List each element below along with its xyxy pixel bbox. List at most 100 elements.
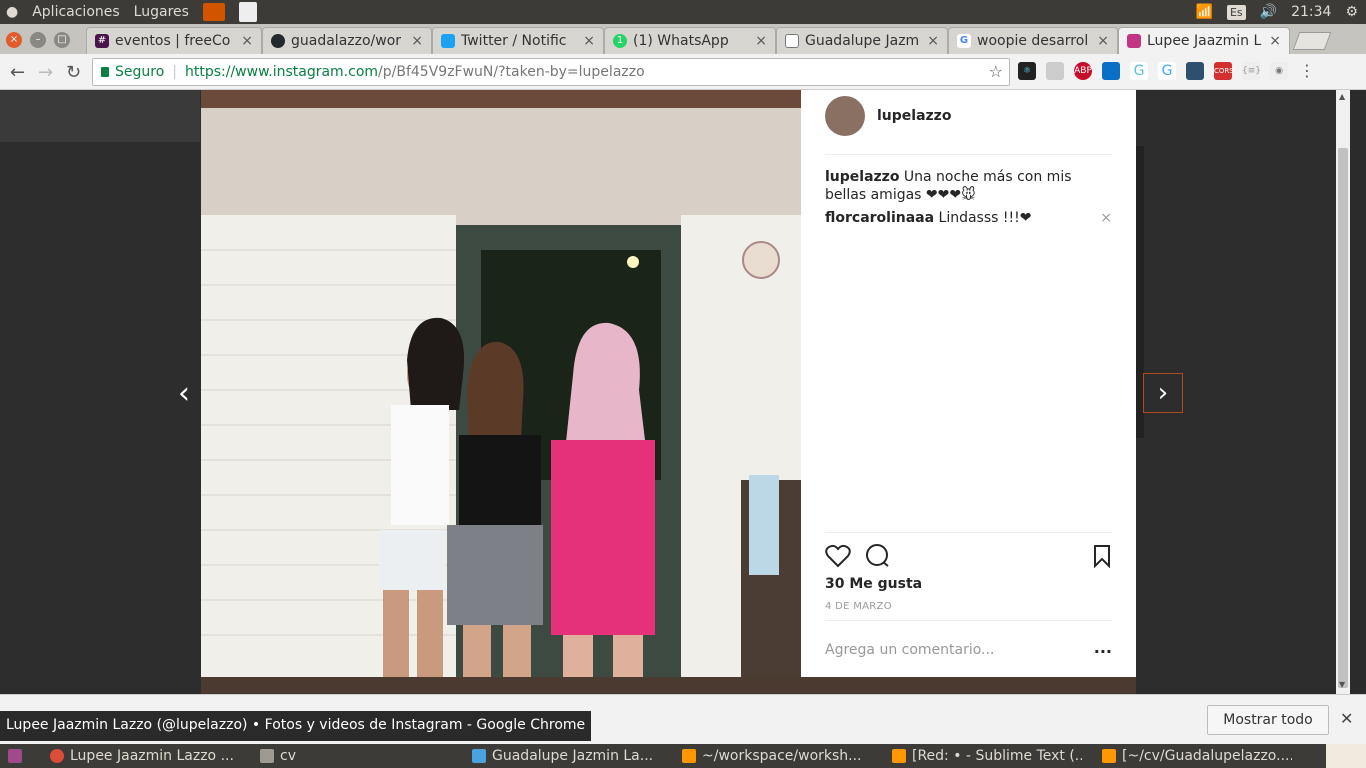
tab-twitter[interactable]: Twitter / Notific × xyxy=(432,27,604,54)
avatar[interactable] xyxy=(825,96,865,136)
react-devtools-icon[interactable]: ⚛ xyxy=(1018,62,1036,80)
grammarly-icon[interactable]: G xyxy=(1130,62,1148,80)
tab-title: Guadalupe Jazm xyxy=(805,33,920,49)
maximize-window-icon[interactable]: □ xyxy=(54,32,70,48)
scrollbar-thumb[interactable] xyxy=(1338,148,1348,688)
reload-icon[interactable]: ↻ xyxy=(66,62,81,83)
tab-whatsapp[interactable]: 1 (1) WhatsApp × xyxy=(604,27,776,54)
close-tab-icon[interactable]: × xyxy=(583,33,595,49)
google-icon: G xyxy=(957,34,971,48)
background-thumbnail xyxy=(201,677,1136,694)
taskbar-item-document[interactable]: Guadalupe Jazmin La... xyxy=(472,746,662,766)
tab-document[interactable]: Guadalupe Jazm × xyxy=(776,27,948,54)
cors-extension-icon[interactable]: CORS xyxy=(1214,62,1234,80)
taskbar-item-sublime[interactable]: [Red: • - Sublime Text (... xyxy=(892,746,1082,766)
ubuntu-logo-icon[interactable]: ● xyxy=(6,4,18,20)
url-origin: https://www.instagram.com xyxy=(185,64,379,80)
tab-title: woopie desarrol xyxy=(977,33,1089,49)
add-comment-input[interactable]: Agrega un comentario... xyxy=(825,642,994,658)
camera-extension-icon[interactable]: ◉ xyxy=(1270,62,1288,80)
close-tab-icon[interactable]: × xyxy=(411,33,423,49)
scroll-down-arrow-icon[interactable]: ▼ xyxy=(1339,680,1345,689)
window-title-tooltip: Lupee Jaazmin Lazzo (@lupelazzo) • Fotos… xyxy=(0,711,592,741)
bookmark-star-icon[interactable]: ☆ xyxy=(989,62,1003,81)
keyboard-layout-indicator[interactable]: Es xyxy=(1226,4,1246,20)
wifi-icon[interactable]: 📶 xyxy=(1196,4,1213,20)
post-actions xyxy=(825,544,1112,568)
next-post-arrow-icon[interactable]: › xyxy=(1143,373,1183,413)
url-path: /p/Bf45V9zFwuN/?taken-by=lupelazzo xyxy=(378,64,645,80)
close-tab-icon[interactable]: × xyxy=(1269,33,1281,49)
code-launcher-icon[interactable] xyxy=(238,2,257,22)
taskbar-item-folder[interactable]: cv xyxy=(260,746,450,766)
like-heart-icon[interactable] xyxy=(825,544,851,568)
close-tab-icon[interactable]: × xyxy=(241,33,253,49)
forward-arrow-icon[interactable]: → xyxy=(38,62,53,83)
tab-title: eventos | freeCo xyxy=(115,33,231,49)
previous-post-arrow-icon[interactable]: ‹ xyxy=(178,376,190,411)
menu-places[interactable]: Lugares xyxy=(134,4,189,20)
show-all-downloads-button[interactable]: Mostrar todo xyxy=(1207,705,1329,735)
address-bar[interactable]: Seguro | https://www.instagram.com /p/Bf… xyxy=(92,58,1010,86)
new-tab-button[interactable] xyxy=(1292,32,1332,50)
tab-google-search[interactable]: G woopie desarrol × xyxy=(948,27,1118,54)
tab-instagram[interactable]: Lupee Jaazmin L × xyxy=(1118,27,1290,54)
json-extension-icon[interactable]: {≡} xyxy=(1242,62,1261,80)
chain-extension-icon[interactable] xyxy=(1186,62,1204,80)
browser-tab-strip: × – □ # eventos | freeCo × guadalazzo/wo… xyxy=(0,24,1366,54)
page-scrollbar[interactable]: ▲ ▼ xyxy=(1336,90,1350,694)
taskbar-item-sublime-cv[interactable]: [~/cv/Guadalupelazzo.... xyxy=(1102,746,1292,766)
adblock-plus-icon[interactable]: ABP xyxy=(1074,62,1092,80)
caption-username[interactable]: lupelazzo xyxy=(825,169,899,185)
settings-gear-icon[interactable]: ⚙ xyxy=(1345,4,1358,20)
tab-github[interactable]: guadalazzo/wor × xyxy=(262,27,432,54)
tab-freecodecamp[interactable]: # eventos | freeCo × xyxy=(86,27,262,54)
taskbar-item-label: [Red: • - Sublime Text (... xyxy=(912,748,1082,764)
close-tab-icon[interactable]: × xyxy=(755,33,767,49)
menu-applications[interactable]: Aplicaciones xyxy=(32,4,119,20)
comment-item: florcarolinaaa Lindasss !!!❤ xyxy=(825,210,1105,226)
taskbar-item-label: [~/cv/Guadalupelazzo.... xyxy=(1122,748,1292,764)
taskbar-item-label: Lupee Jaazmin Lazzo ... xyxy=(70,748,234,764)
sync-extension-icon[interactable] xyxy=(1046,62,1064,80)
photo-illustration xyxy=(201,90,801,677)
extension-blue-icon[interactable] xyxy=(1102,62,1120,80)
lock-icon xyxy=(101,67,109,77)
save-bookmark-icon[interactable] xyxy=(1092,544,1112,568)
taskbar-item-terminal[interactable]: ~/workspace/worksh... xyxy=(682,746,872,766)
close-tab-icon[interactable]: × xyxy=(1097,33,1109,49)
taskbar-item-chrome[interactable]: Lupee Jaazmin Lazzo ... xyxy=(50,746,246,766)
browser-toolbar: ← → ↻ Seguro | https://www.instagram.com… xyxy=(0,54,1366,90)
sublime-icon xyxy=(892,749,906,763)
grammarly-alt-icon[interactable]: G xyxy=(1158,62,1176,80)
back-arrow-icon[interactable]: ← xyxy=(10,62,25,83)
volume-icon[interactable]: 🔊 xyxy=(1260,4,1277,20)
tab-title: Twitter / Notific xyxy=(461,33,567,49)
slack-icon: # xyxy=(95,34,109,48)
sublime-icon xyxy=(1102,749,1116,763)
likes-count[interactable]: 30 Me gusta xyxy=(825,576,922,592)
clock[interactable]: 21:34 xyxy=(1291,4,1331,20)
taskbar-item-label: Guadalupe Jazmin La... xyxy=(492,748,654,764)
post-details-panel: lupelazzo lupelazzo Una noche más con mi… xyxy=(801,90,1136,677)
tab-title: (1) WhatsApp xyxy=(633,33,729,49)
close-tab-icon[interactable]: × xyxy=(927,33,939,49)
system-top-panel: ● Aplicaciones Lugares 📶 Es 🔊 21:34 ⚙ xyxy=(0,0,1366,24)
folder-icon xyxy=(260,749,274,763)
chrome-menu-icon[interactable]: ⋮ xyxy=(1298,62,1316,80)
delete-comment-icon[interactable]: × xyxy=(1100,210,1112,226)
minimize-window-icon[interactable]: – xyxy=(30,32,46,48)
secure-label: Seguro xyxy=(115,64,165,80)
chrome-tray-icon[interactable] xyxy=(1326,744,1366,768)
post-author-username[interactable]: lupelazzo xyxy=(877,108,951,124)
github-icon xyxy=(271,34,285,48)
post-date[interactable]: 4 DE MARZO xyxy=(825,601,892,612)
scroll-up-arrow-icon[interactable]: ▲ xyxy=(1339,92,1345,101)
show-desktop-icon[interactable] xyxy=(8,749,22,763)
files-launcher-icon[interactable] xyxy=(202,3,225,21)
close-window-icon[interactable]: × xyxy=(6,32,22,48)
comment-username[interactable]: florcarolinaaa xyxy=(825,210,934,226)
comment-bubble-icon[interactable] xyxy=(865,544,891,568)
more-options-icon[interactable]: ... xyxy=(1094,638,1112,657)
close-download-shelf-icon[interactable]: ✕ xyxy=(1340,709,1353,728)
